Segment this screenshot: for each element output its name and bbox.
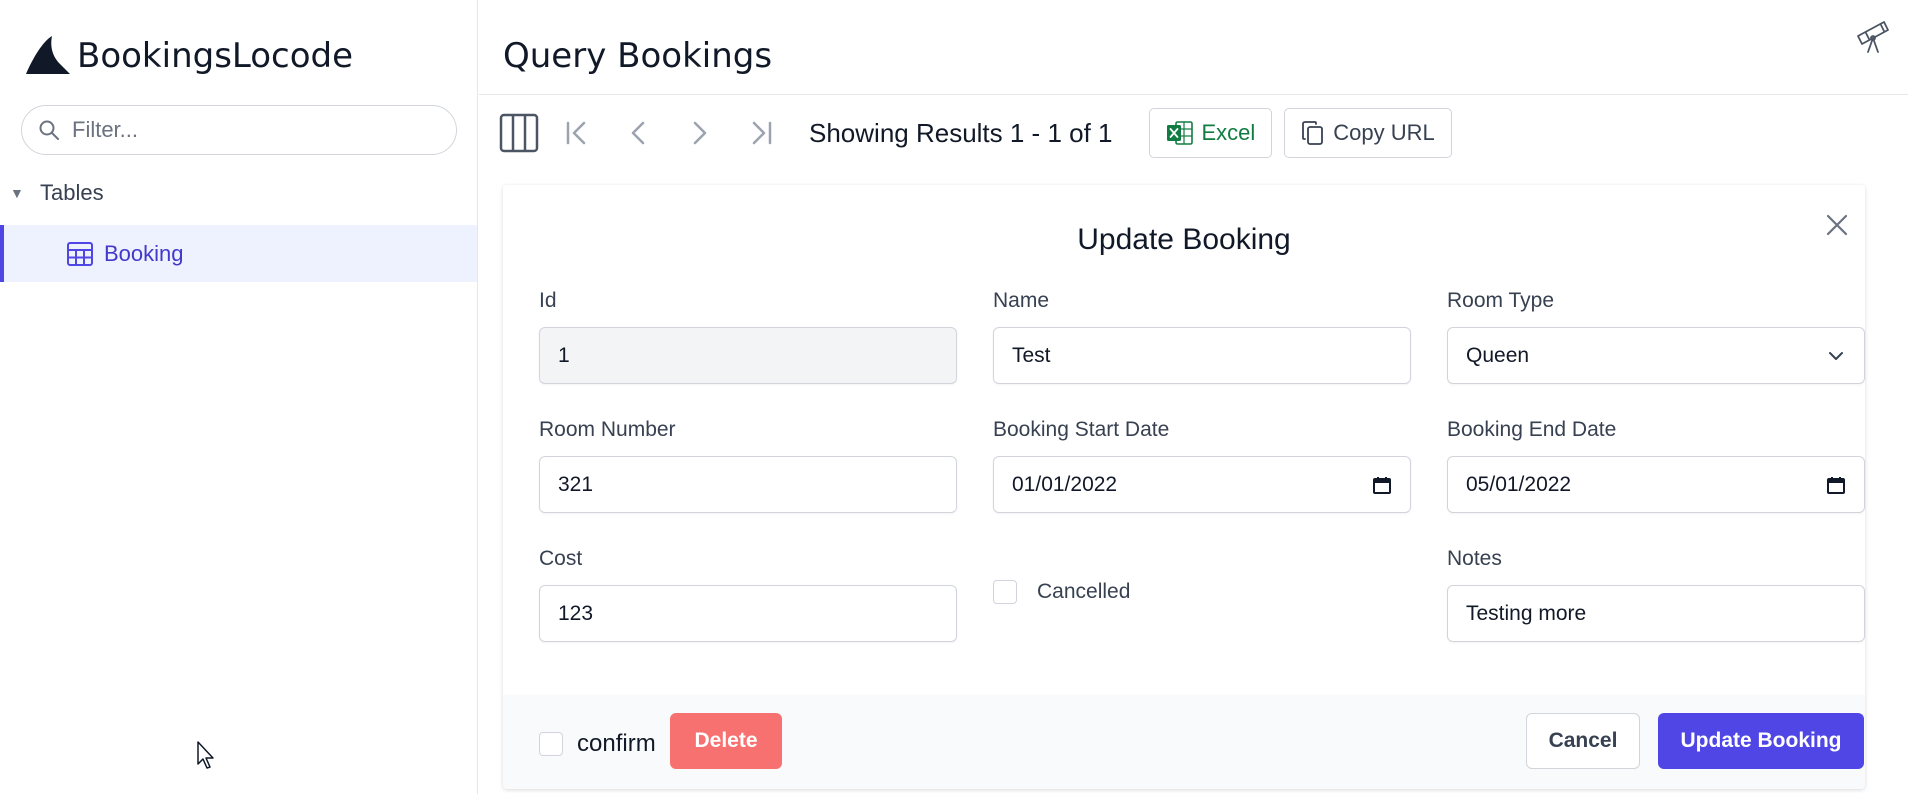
search-icon [39, 120, 59, 140]
cancel-button[interactable]: Cancel [1526, 713, 1640, 769]
telescope-icon[interactable] [1854, 16, 1894, 54]
cost-label: Cost [539, 547, 583, 570]
first-page-icon[interactable] [559, 113, 599, 153]
room-type-label: Room Type [1447, 289, 1554, 312]
room-number-label: Room Number [539, 418, 676, 441]
calendar-icon[interactable] [1372, 475, 1392, 495]
filter-input[interactable] [72, 117, 432, 143]
results-count: Showing Results 1 - 1 of 1 [809, 117, 1113, 148]
name-input[interactable]: Test [993, 327, 1411, 384]
id-value: 1 [558, 343, 570, 367]
name-field: Name Test [993, 289, 1411, 384]
room-number-input[interactable]: 321 [539, 456, 957, 513]
name-label: Name [993, 289, 1050, 312]
copy-icon [1302, 121, 1324, 145]
columns-icon[interactable] [499, 113, 539, 153]
room-number-value: 321 [558, 472, 594, 496]
id-field: Id 1 [539, 289, 957, 384]
confirm-label: confirm [577, 730, 656, 757]
excel-button-label: Excel [1201, 120, 1256, 145]
name-value: Test [1012, 343, 1051, 367]
main-content: Query Bookings Showing Results 1 - 1 of … [479, 0, 1908, 794]
update-booking-form: Update Booking Id 1 Name Test Room Type … [503, 185, 1865, 789]
notes-value: Testing more [1466, 601, 1587, 625]
sidebar: BookingsLocode ▼ Tables Booking [0, 0, 478, 794]
cancelled-field[interactable]: Cancelled [993, 580, 1130, 604]
room-type-select[interactable]: Queen [1447, 327, 1865, 384]
sidebar-item-booking[interactable]: Booking [0, 225, 477, 282]
form-title: Update Booking [1077, 223, 1291, 256]
booking-start-date-value: 01/01/2022 [1012, 472, 1118, 496]
tables-group-label: Tables [40, 180, 104, 205]
cost-input[interactable]: 123 [539, 585, 957, 642]
toolbar: Showing Results 1 - 1 of 1 Excel Copy UR… [499, 108, 1464, 158]
delete-button[interactable]: Delete [670, 713, 782, 769]
booking-end-date-value: 05/01/2022 [1466, 472, 1572, 496]
cost-value: 123 [558, 601, 594, 625]
calendar-icon[interactable] [1826, 475, 1846, 495]
update-booking-button[interactable]: Update Booking [1658, 713, 1864, 769]
excel-icon [1166, 121, 1193, 145]
table-icon [67, 241, 93, 266]
chevron-down-icon [1829, 351, 1843, 360]
id-label: Id [539, 289, 557, 312]
next-page-icon[interactable] [679, 113, 719, 153]
copy-url-button-label: Copy URL [1333, 120, 1435, 145]
app-name: BookingsLocode [77, 36, 354, 76]
last-page-icon[interactable] [739, 113, 779, 153]
room-type-value: Queen [1466, 343, 1530, 367]
booking-end-date-label: Booking End Date [1447, 418, 1617, 441]
header-divider [479, 94, 1908, 95]
cancelled-label: Cancelled [1037, 580, 1131, 603]
close-icon[interactable] [1823, 211, 1851, 239]
caret-down-icon: ▼ [10, 185, 24, 201]
cost-field: Cost 123 [539, 547, 957, 642]
confirm-checkbox[interactable] [539, 732, 563, 756]
previous-page-icon[interactable] [619, 113, 659, 153]
mouse-pointer-icon [197, 741, 214, 769]
booking-end-date-field: Booking End Date 05/01/2022 [1447, 418, 1865, 513]
notes-label: Notes [1447, 547, 1502, 570]
excel-button[interactable]: Excel [1148, 108, 1273, 158]
page-title: Query Bookings [503, 36, 773, 76]
booking-start-date-field: Booking Start Date 01/01/2022 [993, 418, 1411, 513]
sidebar-filter[interactable] [21, 105, 457, 155]
tables-group-toggle[interactable]: ▼ Tables [10, 180, 104, 206]
sidebar-item-label: Booking [104, 240, 184, 266]
shark-fin-logo-icon [26, 36, 70, 74]
brand[interactable]: BookingsLocode [24, 30, 353, 82]
room-number-field: Room Number 321 [539, 418, 957, 513]
booking-start-date-label: Booking Start Date [993, 418, 1170, 441]
notes-field: Notes Testing more [1447, 547, 1865, 642]
id-input: 1 [539, 327, 957, 384]
cancelled-checkbox[interactable] [993, 580, 1017, 604]
notes-input[interactable]: Testing more [1447, 585, 1865, 642]
room-type-field: Room Type Queen [1447, 289, 1865, 384]
confirm-toggle[interactable]: confirm [539, 730, 656, 758]
booking-end-date-input[interactable]: 05/01/2022 [1447, 456, 1865, 513]
booking-start-date-input[interactable]: 01/01/2022 [993, 456, 1411, 513]
copy-url-button[interactable]: Copy URL [1284, 108, 1452, 158]
form-footer: confirm Delete Cancel Update Booking [503, 695, 1865, 789]
